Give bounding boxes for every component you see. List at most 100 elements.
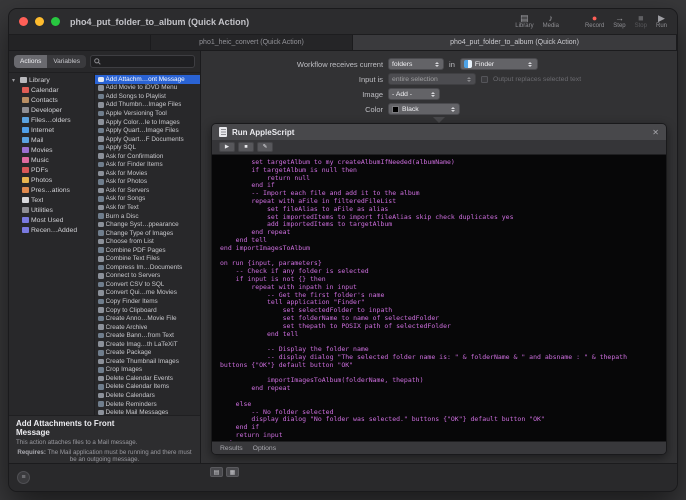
results-tab[interactable]: Results [220, 445, 243, 452]
action-row[interactable]: Ask for Movies [95, 169, 200, 178]
tree-item[interactable]: Utilities [9, 205, 94, 215]
action-row[interactable]: Burn a Disc [95, 212, 200, 221]
tree-item[interactable]: Internet [9, 125, 94, 135]
tree-item[interactable]: Most Used [9, 215, 94, 225]
action-row[interactable]: Crop Images [95, 366, 200, 375]
tree-item[interactable]: Text [9, 195, 94, 205]
tree-item[interactable]: Developer [9, 105, 94, 115]
action-row[interactable]: Change Syst…ppearance [95, 220, 200, 229]
disclosure-triangle-icon[interactable]: ▾ [12, 77, 18, 84]
list-view-button[interactable]: ▤ [210, 467, 223, 477]
search-field[interactable] [89, 55, 195, 68]
action-row[interactable]: Ask for Servers [95, 186, 200, 195]
image-popup[interactable]: - Add - [388, 88, 441, 100]
action-row[interactable]: Ask for Photos [95, 178, 200, 187]
tree-item[interactable]: Contacts [9, 95, 94, 105]
action-row[interactable]: Convert CSV to SQL [95, 280, 200, 289]
folder-icon [22, 157, 29, 163]
action-row[interactable]: Create Package [95, 349, 200, 358]
library-button[interactable]: ▤ Library [515, 13, 533, 30]
script-editor[interactable]: set targetAlbum to my createAlbumIfNeede… [212, 155, 666, 441]
tree-item-label: Developer [31, 106, 62, 114]
action-row[interactable]: Ask for Finder Items [95, 160, 200, 169]
action-row[interactable]: Apple Versioning Tool [95, 109, 200, 118]
library-tree: ▾ Library Calendar Contacts Developer Fi… [9, 73, 95, 415]
action-row[interactable]: Create Imag…th LaTeXiT [95, 340, 200, 349]
tree-item[interactable]: Movies [9, 145, 94, 155]
action-row[interactable]: Create Archive [95, 323, 200, 332]
action-row[interactable]: Copy to Clipboard [95, 306, 200, 315]
zoom-window-button[interactable] [51, 17, 60, 26]
action-row[interactable]: Add Attachm…ont Message [95, 75, 200, 84]
action-row[interactable]: Delete Calendar Items [95, 383, 200, 392]
input-popup[interactable]: entire selection [388, 73, 477, 85]
application-popup[interactable]: Finder [459, 58, 538, 70]
tree-item-library[interactable]: ▾ Library [9, 75, 94, 85]
action-row[interactable]: Create Bann…from Text [95, 331, 200, 340]
action-icon [98, 307, 104, 313]
tab-pho4-put-folder-to-album[interactable]: pho4_put_folder_to_album (Quick Action) [353, 35, 677, 50]
receives-popup[interactable]: folders [388, 58, 445, 70]
tree-item[interactable]: Photos [9, 175, 94, 185]
requires-text: The Mail application must be running and… [47, 448, 192, 464]
show-library-button[interactable]: ≡ [17, 471, 30, 484]
tree-item[interactable]: Music [9, 155, 94, 165]
action-row[interactable]: Create Thumbnail Images [95, 357, 200, 366]
action-row[interactable]: Create Anno…Movie File [95, 314, 200, 323]
action-label: Delete Reminders [105, 400, 157, 408]
tab-pho1-heic-convert[interactable]: pho1_heic_convert (Quick Action) [151, 35, 353, 50]
tab-actions[interactable]: Actions [14, 55, 48, 68]
options-tab[interactable]: Options [253, 445, 276, 452]
action-row[interactable]: Delete Mail Messages [95, 408, 200, 415]
action-row[interactable]: Combine Text Files [95, 254, 200, 263]
action-row[interactable]: Delete Calendar Events [95, 374, 200, 383]
tree-item[interactable]: Mail [9, 135, 94, 145]
action-row[interactable]: Ask for Text [95, 203, 200, 212]
minimize-window-button[interactable] [35, 17, 44, 26]
action-row[interactable]: Delete Reminders [95, 400, 200, 409]
action-row[interactable]: Delete Calendars [95, 391, 200, 400]
action-row[interactable]: Add Thumbn…Image Files [95, 101, 200, 110]
action-row[interactable]: Convert Qui…me Movies [95, 289, 200, 298]
action-header[interactable]: Run AppleScript ✕ [212, 124, 666, 140]
stop-script-button[interactable]: ■ [238, 142, 254, 152]
compile-script-button[interactable]: ✎ [257, 142, 273, 152]
step-button[interactable]: → Step [613, 13, 625, 30]
grid-view-button[interactable]: ▦ [226, 467, 239, 477]
action-row[interactable]: Apply Color…le to Images [95, 118, 200, 127]
action-row[interactable]: Apply SQL [95, 143, 200, 152]
run-script-button[interactable]: ▶ [219, 142, 235, 152]
action-row[interactable]: Ask for Confirmation [95, 152, 200, 161]
search-input[interactable] [102, 58, 191, 65]
action-row[interactable]: Add Songs to Playlist [95, 92, 200, 101]
automator-window: pho4_put_folder_to_album (Quick Action) … [8, 8, 678, 492]
run-button[interactable]: ▶ Run [656, 13, 667, 30]
action-row[interactable]: Apply Quart…Image Files [95, 126, 200, 135]
applescript-code[interactable]: set targetAlbum to my createAlbumIfNeede… [220, 158, 658, 441]
action-label: Create Imag…th LaTeXiT [105, 340, 178, 348]
tree-item[interactable]: PDFs [9, 165, 94, 175]
action-row[interactable]: Connect to Servers [95, 272, 200, 281]
output-replaces-checkbox[interactable] [481, 75, 489, 83]
tree-item-label: Most Used [31, 216, 64, 224]
color-popup[interactable]: Black [388, 103, 461, 115]
tree-item[interactable]: Pres…ations [9, 185, 94, 195]
close-window-button[interactable] [19, 17, 28, 26]
action-row[interactable]: Ask for Songs [95, 195, 200, 204]
action-row[interactable]: Choose from List [95, 237, 200, 246]
action-row[interactable]: Apply Quart…F Documents [95, 135, 200, 144]
tab-variables[interactable]: Variables [47, 55, 86, 68]
action-row[interactable]: Copy Finder Items [95, 297, 200, 306]
action-label: Combine Text Files [105, 255, 160, 263]
action-row[interactable]: Add Movie to iDVD Menu [95, 84, 200, 93]
action-row[interactable]: Change Type of Images [95, 229, 200, 238]
stop-button[interactable]: ■ Stop [635, 13, 647, 30]
media-button[interactable]: ♪ Media [543, 13, 559, 30]
tree-item[interactable]: Recen…Added [9, 225, 94, 235]
close-action-icon[interactable]: ✕ [652, 128, 659, 137]
record-button[interactable]: ● Record [585, 13, 604, 30]
action-row[interactable]: Combine PDF Pages [95, 246, 200, 255]
tree-item[interactable]: Files…olders [9, 115, 94, 125]
action-row[interactable]: Compress Im…Documents [95, 263, 200, 272]
tree-item[interactable]: Calendar [9, 85, 94, 95]
